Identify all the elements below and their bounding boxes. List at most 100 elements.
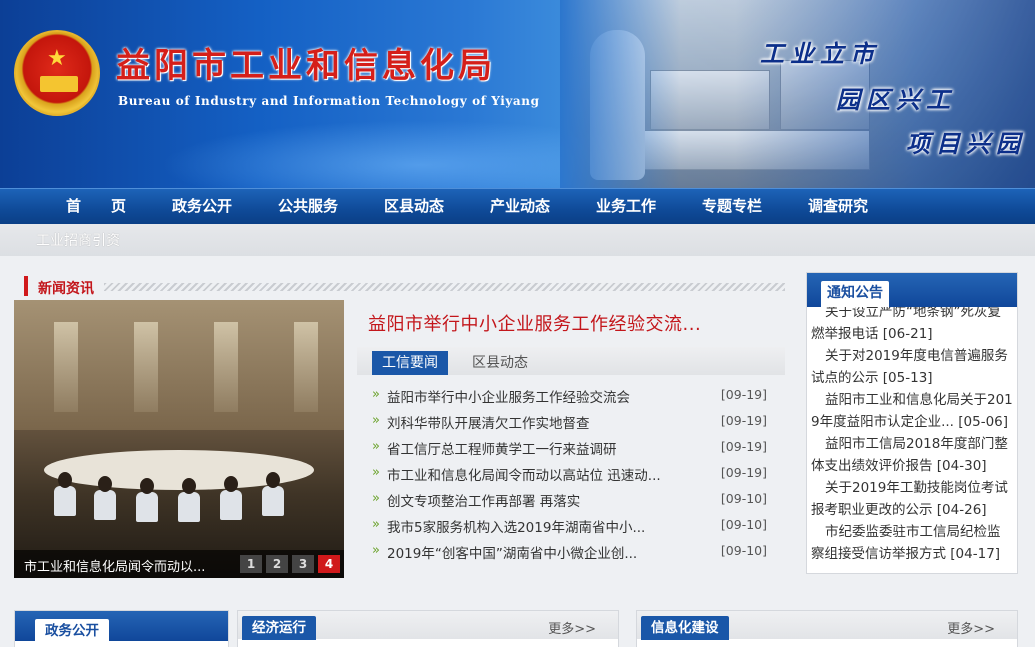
economy-tab[interactable]: 经济运行 bbox=[242, 616, 316, 640]
bullet-arrow-icon: » bbox=[372, 413, 380, 428]
section-divider bbox=[104, 283, 785, 291]
bullet-arrow-icon: » bbox=[372, 387, 380, 402]
slide-photo-person bbox=[94, 490, 116, 520]
slide-pager: 1234 bbox=[236, 555, 340, 573]
news-item-title[interactable]: 刘科华带队开展清欠工作实地督查 bbox=[387, 412, 707, 432]
gov-affairs-section: 政务公开 bbox=[14, 610, 229, 647]
notice-panel: 关于设立严防“地条钢”死灰复燃举报电话 [06-21] 关于对2019年度电信普… bbox=[806, 272, 1018, 574]
nav-item-home[interactable]: 首 页 bbox=[66, 189, 126, 225]
nav-item-industry-news[interactable]: 产业动态 bbox=[490, 189, 550, 225]
news-item[interactable]: » 省工信厅总工程师黄学工一行来益调研 [09-19] bbox=[372, 436, 767, 460]
news-item-title[interactable]: 2019年“创客中国”湖南省中小微企业创... bbox=[387, 542, 707, 562]
news-item[interactable]: » 2019年“创客中国”湖南省中小微企业创... [09-10] bbox=[372, 540, 767, 564]
slide-photo-person bbox=[266, 472, 280, 488]
nav-item-district-news[interactable]: 区县动态 bbox=[384, 189, 444, 225]
slide-page-1[interactable]: 1 bbox=[240, 555, 262, 573]
slide-page-3[interactable]: 3 bbox=[292, 555, 314, 573]
star-icon: ★ bbox=[47, 46, 67, 71]
slide-photo-person bbox=[136, 492, 158, 522]
section-header: 经济运行 更多>> bbox=[238, 611, 618, 640]
slogan-3: 项目兴园 bbox=[906, 129, 1026, 158]
news-item-title[interactable]: 益阳市举行中小企业服务工作经验交流会 bbox=[387, 386, 707, 406]
slide-photo-person bbox=[140, 478, 154, 494]
news-item-title[interactable]: 省工信厅总工程师黄学工一行来益调研 bbox=[387, 438, 707, 458]
headline-link[interactable]: 益阳市举行中小企业服务工作经验交流... bbox=[368, 310, 701, 336]
slide-photo-window bbox=[134, 322, 158, 412]
news-tabbar: 工信要闻 区县动态 bbox=[357, 347, 785, 375]
news-item[interactable]: » 刘科华带队开展清欠工作实地督查 [09-19] bbox=[372, 410, 767, 434]
banner-factory-photo bbox=[560, 0, 1035, 188]
sub-nav-item-investment[interactable]: 工业招商引资 bbox=[36, 230, 120, 250]
news-item-title[interactable]: 创文专项整治工作再部署 再落实 bbox=[387, 490, 707, 510]
economy-more-link[interactable]: 更多>> bbox=[548, 618, 596, 637]
slogan-2: 园区兴工 bbox=[836, 85, 956, 114]
news-item-date: [09-10] bbox=[720, 517, 767, 532]
slide-page-2[interactable]: 2 bbox=[266, 555, 288, 573]
slide-photo-person bbox=[224, 476, 238, 492]
slide-photo-window bbox=[294, 322, 318, 412]
nav-item-business[interactable]: 业务工作 bbox=[596, 189, 656, 225]
slide-photo-window bbox=[214, 322, 238, 412]
gov-affairs-tab[interactable]: 政务公开 bbox=[35, 619, 109, 643]
nav-item-research[interactable]: 调查研究 bbox=[808, 189, 868, 225]
tab-district-news[interactable]: 区县动态 bbox=[462, 351, 538, 375]
bullet-arrow-icon: » bbox=[372, 491, 380, 506]
news-item-date: [09-19] bbox=[720, 387, 767, 402]
informatization-tab[interactable]: 信息化建设 bbox=[641, 616, 729, 640]
bullet-arrow-icon: » bbox=[372, 439, 380, 454]
nav-item-gov-affairs[interactable]: 政务公开 bbox=[172, 189, 232, 225]
slide-caption-bar: 市工业和信息化局闻令而动以... 1234 bbox=[14, 550, 344, 578]
slide-photo-person bbox=[58, 472, 72, 488]
gate-icon bbox=[40, 76, 78, 92]
news-item[interactable]: » 创文专项整治工作再部署 再落实 [09-10] bbox=[372, 488, 767, 512]
section-header: 信息化建设 更多>> bbox=[637, 611, 1017, 640]
slide-photo-person bbox=[98, 476, 112, 492]
notice-item[interactable]: 关于对2019年度电信普遍服务试点的公示 [05-13] bbox=[811, 345, 1013, 389]
notice-item[interactable]: 关于2019年工勤技能岗位考试报考职业更改的公示 [04-26] bbox=[811, 477, 1013, 521]
notice-header: 通知公告 bbox=[807, 273, 1017, 307]
sub-nav: 工业招商引资 bbox=[0, 224, 1035, 256]
site-banner: ★ 益阳市工业和信息化局 Bureau of Industry and Info… bbox=[0, 0, 1035, 188]
main-nav: 首 页 政务公开 公共服务 区县动态 产业动态 业务工作 专题专栏 调查研究 bbox=[0, 188, 1035, 224]
notice-scroll-list[interactable]: 关于设立严防“地条钢”死灰复燃举报电话 [06-21] 关于对2019年度电信普… bbox=[811, 305, 1013, 573]
news-item[interactable]: » 市工业和信息化局闻令而动以高站位 迅速动... [09-19] bbox=[372, 462, 767, 486]
slide-photo-person bbox=[54, 486, 76, 516]
slide-photo-person bbox=[182, 478, 196, 494]
bullet-arrow-icon: » bbox=[372, 543, 380, 558]
informatization-section: 信息化建设 更多>> bbox=[636, 610, 1018, 647]
nav-item-special-topics[interactable]: 专题专栏 bbox=[702, 189, 762, 225]
national-emblem-icon: ★ bbox=[14, 30, 100, 116]
section-header: 政务公开 bbox=[15, 611, 228, 643]
news-slideshow[interactable]: 市工业和信息化局闻令而动以... 1234 bbox=[14, 300, 344, 578]
news-item-title[interactable]: 市工业和信息化局闻令而动以高站位 迅速动... bbox=[387, 464, 707, 484]
news-item-date: [09-10] bbox=[720, 543, 767, 558]
news-item-date: [09-19] bbox=[720, 439, 767, 454]
notice-item[interactable]: 市纪委监委驻市工信局纪检监察组接受信访举报方式 [04-17] bbox=[811, 521, 1013, 565]
slide-page-4[interactable]: 4 bbox=[318, 555, 340, 573]
news-section-title: 新闻资讯 bbox=[38, 281, 94, 297]
section-marker bbox=[24, 276, 28, 296]
news-item[interactable]: » 我市5家服务机构入选2019年湖南省中小... [09-10] bbox=[372, 514, 767, 538]
notice-item[interactable]: 益阳市工信局2018年度部门整体支出绩效评价报告 [04-30] bbox=[811, 433, 1013, 477]
news-section: 新闻资讯 市工业和信息化局闻令而动以... 1234 益阳市举行中小企业服务工作… bbox=[14, 270, 785, 580]
news-item-title[interactable]: 我市5家服务机构入选2019年湖南省中小... bbox=[387, 516, 707, 536]
photo-fade bbox=[560, 0, 680, 188]
nav-item-public-service[interactable]: 公共服务 bbox=[278, 189, 338, 225]
slide-photo-person bbox=[178, 492, 200, 522]
informatization-more-link[interactable]: 更多>> bbox=[947, 618, 995, 637]
tab-industry-news[interactable]: 工信要闻 bbox=[372, 351, 448, 375]
notice-list-inner: 关于设立严防“地条钢”死灰复燃举报电话 [06-21] 关于对2019年度电信普… bbox=[811, 305, 1013, 565]
slide-photo-person bbox=[262, 486, 284, 516]
bullet-arrow-icon: » bbox=[372, 465, 380, 480]
bullet-arrow-icon: » bbox=[372, 517, 380, 532]
notice-item[interactable]: 关于设立严防“地条钢”死灰复燃举报电话 [06-21] bbox=[811, 305, 1013, 345]
slogan-1: 工业立市 bbox=[760, 39, 880, 68]
slide-caption[interactable]: 市工业和信息化局闻令而动以... bbox=[24, 556, 224, 575]
news-item[interactable]: » 益阳市举行中小企业服务工作经验交流会 [09-19] bbox=[372, 384, 767, 408]
economy-section: 经济运行 更多>> bbox=[237, 610, 619, 647]
notice-title: 通知公告 bbox=[821, 281, 889, 307]
slide-photo-person bbox=[220, 490, 242, 520]
slide-photo-window bbox=[54, 322, 78, 412]
notice-item[interactable]: 益阳市工业和信息化局关于2019年度益阳市认定企业... [05-06] bbox=[811, 389, 1013, 433]
news-item-date: [09-19] bbox=[720, 465, 767, 480]
